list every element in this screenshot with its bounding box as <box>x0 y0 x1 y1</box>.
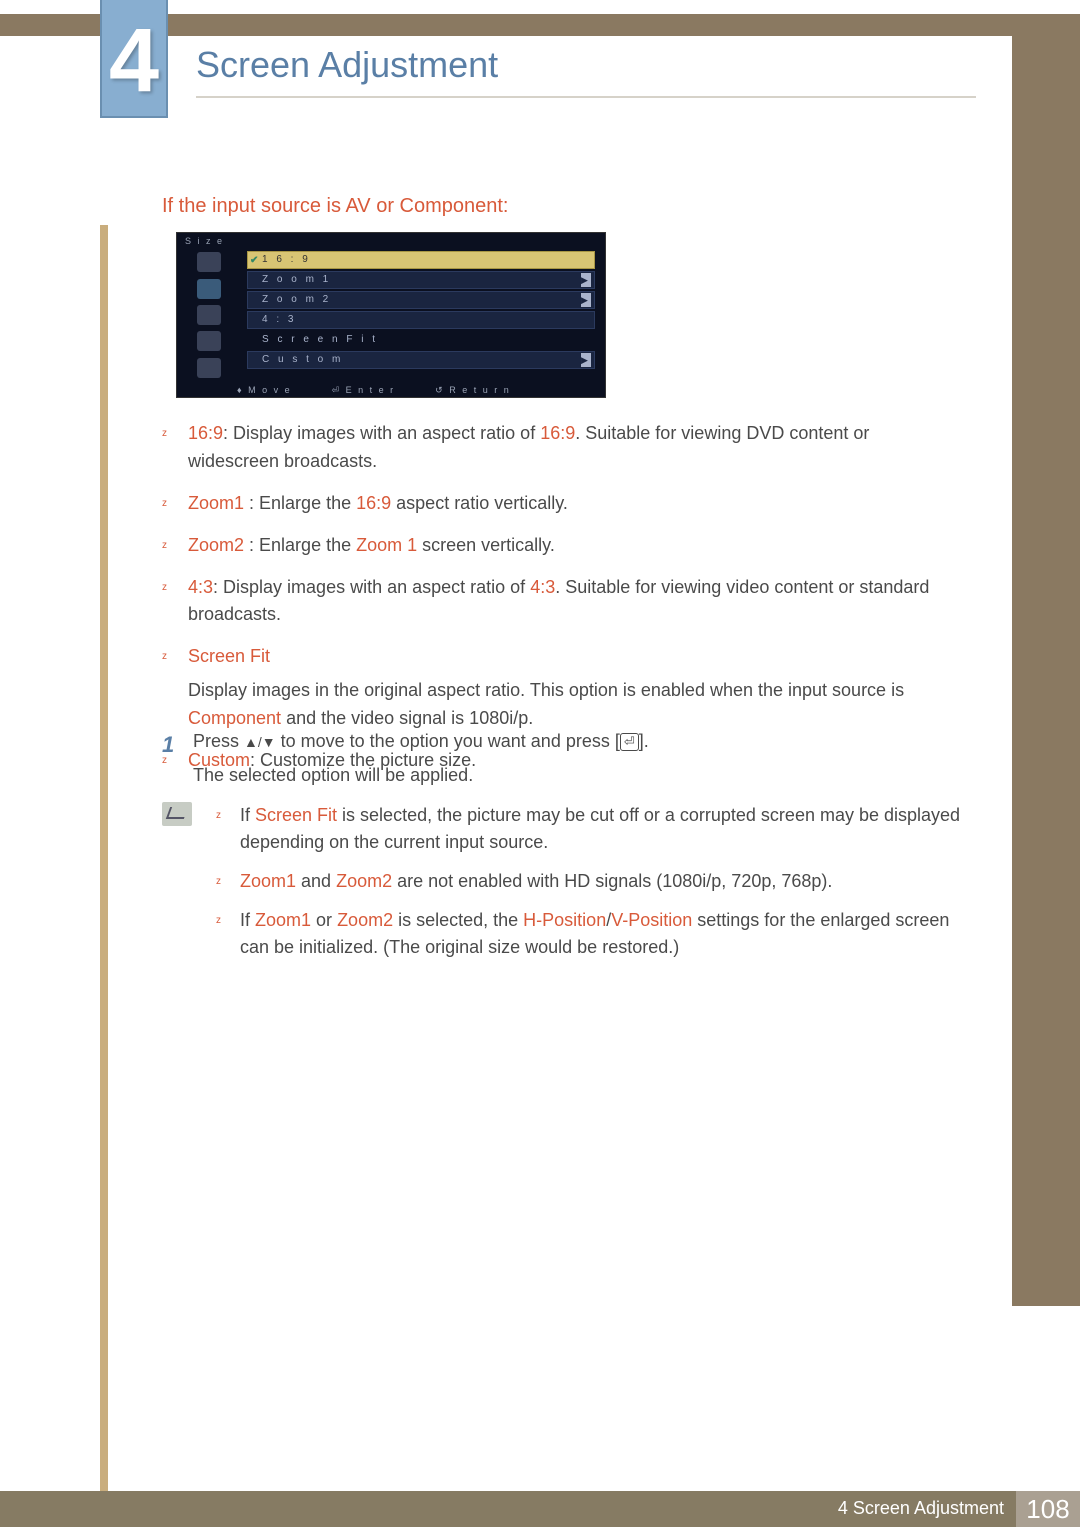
bullet-icon: z <box>216 907 240 961</box>
osd-row-label: 4 : 3 <box>262 314 296 325</box>
step-text: Press ▲/▼ to move to the option you want… <box>193 728 953 790</box>
footer-chapter-label: 4 Screen Adjustment <box>838 1498 1004 1519</box>
item-screen-fit: Screen Fit Display images in the origina… <box>188 643 962 733</box>
osd-row-custom: C u s t o m▶ <box>247 351 595 369</box>
note-item: z If Zoom1 or Zoom2 is selected, the H-P… <box>216 907 962 961</box>
list-item: z 16:9: Display images with an aspect ra… <box>162 420 962 476</box>
term: Screen Fit <box>188 646 270 666</box>
note-item: z Zoom1 and Zoom2 are not enabled with H… <box>216 868 962 895</box>
section-heading: If the input source is AV or Component: <box>162 195 508 218</box>
osd-footer-move: ♦ M o v e <box>237 385 292 395</box>
osd-screenshot: S i z e ✔1 6 : 9 Z o o m 1▶ Z o o m 2▶ 4… <box>176 232 606 398</box>
osd-footer-return: ↺ R e t u r n <box>435 385 511 396</box>
item-zoom2: Zoom2 : Enlarge the Zoom 1 screen vertic… <box>188 532 962 560</box>
osd-row-label: 1 6 : 9 <box>262 254 311 265</box>
step-line-2: The selected option will be applied. <box>193 762 953 790</box>
osd-row-4-3: 4 : 3 <box>247 311 595 329</box>
chapter-number: 4 <box>109 16 159 106</box>
step-1: 1 Press ▲/▼ to move to the option you wa… <box>162 728 962 790</box>
bullet-icon: z <box>162 643 188 733</box>
osd-row-label: Z o o m 1 <box>262 274 331 285</box>
term: 16:9 <box>188 423 223 443</box>
list-item: z Zoom1 : Enlarge the 16:9 aspect ratio … <box>162 490 962 518</box>
osd-icon-size <box>197 279 221 299</box>
term: Zoom2 <box>188 535 244 555</box>
osd-row-label: Z o o m 2 <box>262 294 331 305</box>
bullet-icon: z <box>162 490 188 518</box>
margin-rule <box>100 225 108 1491</box>
osd-footer-enter: ⏎ E n t e r <box>332 385 396 396</box>
side-rule <box>1012 14 1080 1306</box>
page-footer: 4 Screen Adjustment 108 <box>0 1491 1080 1527</box>
osd-row-zoom2: Z o o m 2▶ <box>247 291 595 309</box>
note-item: z If Screen Fit is selected, the picture… <box>216 802 962 856</box>
bullet-icon: z <box>162 532 188 560</box>
osd-row-screen-fit: S c r e e n F i t <box>247 331 595 349</box>
list-item: z Zoom2 : Enlarge the Zoom 1 screen vert… <box>162 532 962 560</box>
list-item: z Screen Fit Display images in the origi… <box>162 643 962 733</box>
item-4-3: 4:3: Display images with an aspect ratio… <box>188 574 962 630</box>
item-zoom1: Zoom1 : Enlarge the 16:9 aspect ratio ve… <box>188 490 962 518</box>
term: Zoom1 <box>188 493 244 513</box>
bullet-icon: z <box>216 802 240 856</box>
chapter-badge: 4 <box>100 0 168 118</box>
note-icon <box>162 802 192 826</box>
page-number: 108 <box>1016 1491 1080 1527</box>
osd-icon-lock <box>197 358 221 378</box>
list-item: z 4:3: Display images with an aspect rat… <box>162 574 962 630</box>
term: 4:3 <box>188 577 213 597</box>
osd-row-label: C u s t o m <box>262 354 343 365</box>
osd-icon-picture <box>197 252 221 272</box>
osd-footer: ♦ M o v e ⏎ E n t e r ↺ R e t u r n <box>237 383 605 397</box>
enter-icon: ⏎ <box>620 733 639 751</box>
osd-icon-settings <box>197 331 221 351</box>
step-number: 1 <box>162 728 188 762</box>
item-16-9: 16:9: Display images with an aspect rati… <box>188 420 962 476</box>
osd-side-icons <box>177 247 241 383</box>
bullet-icon: z <box>216 868 240 895</box>
osd-row-16-9: ✔1 6 : 9 <box>247 251 595 269</box>
bullet-icon: z <box>162 574 188 630</box>
osd-rows: ✔1 6 : 9 Z o o m 1▶ Z o o m 2▶ 4 : 3 S c… <box>247 251 595 371</box>
chapter-underline <box>196 96 976 98</box>
osd-title: S i z e <box>185 236 224 246</box>
up-down-icon: ▲/▼ <box>244 734 276 750</box>
note-list: z If Screen Fit is selected, the picture… <box>216 802 962 973</box>
osd-row-zoom1: Z o o m 1▶ <box>247 271 595 289</box>
bullet-icon: z <box>162 420 188 476</box>
osd-icon-network <box>197 305 221 325</box>
note-block: z If Screen Fit is selected, the picture… <box>162 802 962 973</box>
chapter-title: Screen Adjustment <box>196 44 498 86</box>
osd-row-label: S c r e e n F i t <box>262 334 378 345</box>
